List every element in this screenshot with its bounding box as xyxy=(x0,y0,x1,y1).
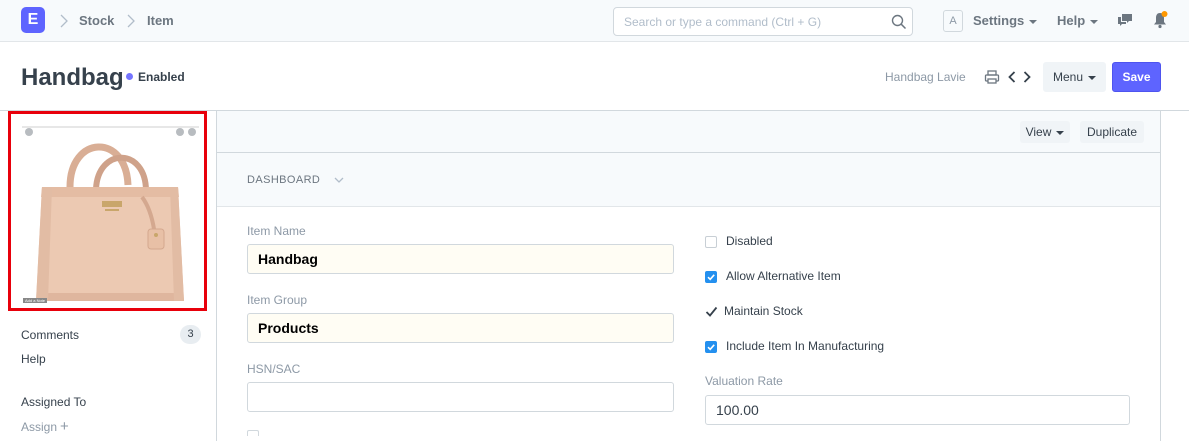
valuation-rate-field[interactable] xyxy=(705,395,1130,425)
caret-down-icon xyxy=(1029,19,1038,24)
check-icon xyxy=(705,306,718,317)
checkbox-partial[interactable] xyxy=(247,430,259,436)
menu-label: Menu xyxy=(1052,70,1084,84)
disabled-label: Disabled xyxy=(726,234,773,248)
avatar[interactable]: A xyxy=(943,10,963,32)
breadcrumb-item[interactable]: Item xyxy=(147,13,174,28)
chevron-right-icon xyxy=(127,14,135,28)
chevron-right-icon xyxy=(60,14,68,28)
bell-icon[interactable] xyxy=(1152,11,1168,29)
item-group-field[interactable] xyxy=(247,313,674,343)
include-manufacturing-label: Include Item In Manufacturing xyxy=(726,339,885,353)
print-icon[interactable] xyxy=(984,69,1000,85)
maintain-stock-label: Maintain Stock xyxy=(724,304,803,318)
assign-link[interactable]: Assign + xyxy=(21,418,69,435)
help-label: Help xyxy=(1057,13,1086,28)
navbar: E Stock Item A Settings Help xyxy=(0,0,1189,42)
help-dropdown[interactable]: Help xyxy=(1057,13,1099,28)
chat-icon[interactable] xyxy=(1117,12,1133,28)
caret-down-icon xyxy=(1090,19,1099,24)
valuation-rate-label: Valuation Rate xyxy=(705,374,783,388)
chevron-left-icon[interactable] xyxy=(1006,69,1018,85)
view-label: View xyxy=(1025,125,1052,139)
hsn-sac-field[interactable] xyxy=(247,382,674,412)
page-title: Handbag xyxy=(21,64,124,91)
include-manufacturing-checkbox[interactable] xyxy=(705,341,717,353)
breadcrumb-stock[interactable]: Stock xyxy=(79,13,114,28)
item-group-label: Item Group xyxy=(247,293,308,307)
caret-down-icon xyxy=(1056,130,1065,135)
disabled-checkbox[interactable] xyxy=(705,236,717,248)
dashboard-section[interactable] xyxy=(217,153,1160,207)
plus-icon: + xyxy=(60,418,69,435)
check-icon xyxy=(707,274,715,281)
item-name-field[interactable] xyxy=(247,244,674,274)
document-title-hint: Handbag Lavie xyxy=(885,70,966,84)
status-indicator-dot xyxy=(126,73,133,80)
form-toolbar xyxy=(217,111,1160,153)
comments-count-badge: 3 xyxy=(180,325,201,344)
chevron-down-icon[interactable] xyxy=(333,174,345,186)
search-input[interactable] xyxy=(614,8,874,35)
image-highlight-box xyxy=(8,111,207,311)
check-icon xyxy=(707,344,715,351)
chevron-right-icon[interactable] xyxy=(1021,69,1033,85)
app-logo[interactable]: E xyxy=(21,7,45,33)
dashboard-label[interactable]: DASHBOARD xyxy=(247,174,320,186)
settings-label: Settings xyxy=(973,13,1025,28)
search-icon[interactable] xyxy=(890,13,908,31)
menu-button[interactable]: Menu xyxy=(1043,62,1106,92)
save-button[interactable]: Save xyxy=(1112,62,1161,92)
duplicate-button[interactable]: Duplicate xyxy=(1080,121,1144,143)
view-button[interactable]: View xyxy=(1020,121,1070,143)
allow-alternative-checkbox[interactable] xyxy=(705,271,717,283)
settings-dropdown[interactable]: Settings xyxy=(973,13,1038,28)
assigned-to-heading: Assigned To xyxy=(21,395,87,409)
hsn-sac-label: HSN/SAC xyxy=(247,362,301,376)
allow-alternative-label: Allow Alternative Item xyxy=(726,269,841,283)
sidebar-comments[interactable]: Comments xyxy=(21,328,79,342)
assign-label: Assign xyxy=(21,420,58,434)
awesome-bar xyxy=(613,7,913,36)
caret-down-icon xyxy=(1088,75,1097,80)
sidebar-help[interactable]: Help xyxy=(21,352,46,366)
item-name-label: Item Name xyxy=(247,224,306,238)
status-badge: Enabled xyxy=(138,70,185,84)
